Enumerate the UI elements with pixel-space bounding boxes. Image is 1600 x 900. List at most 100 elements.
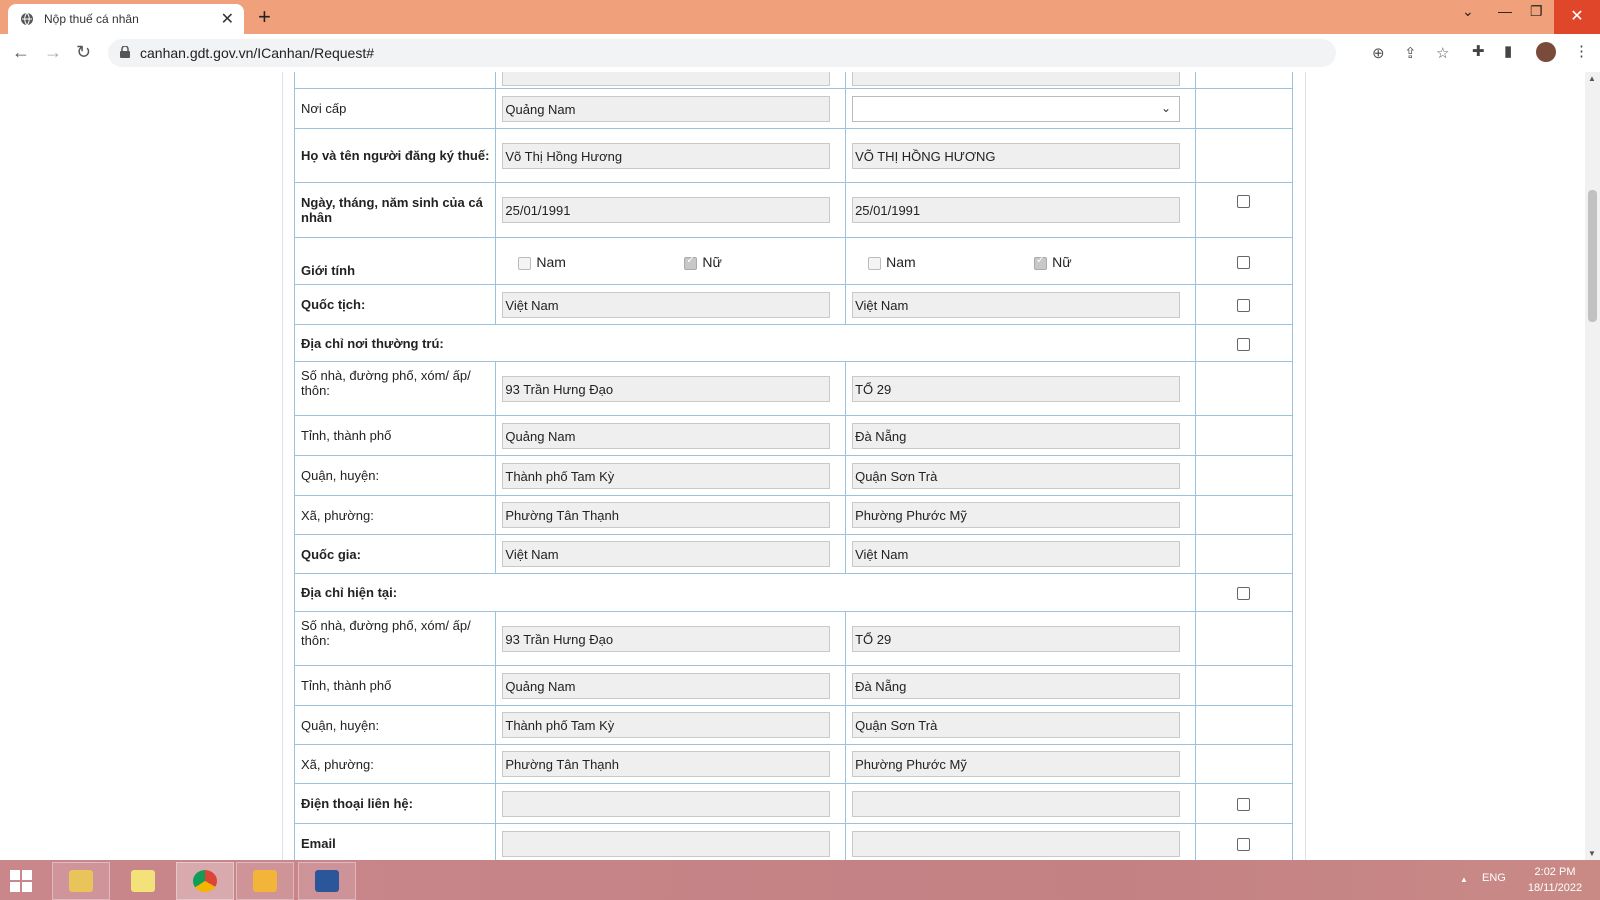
field-label: Quốc tịch:: [293, 284, 497, 325]
new-tab-button[interactable]: +: [258, 4, 271, 30]
dob-new-field[interactable]: 25/01/1991: [852, 197, 1181, 223]
globe-icon: [21, 12, 33, 26]
cut-off-field[interactable]: [502, 72, 831, 86]
back-icon[interactable]: ←: [12, 42, 30, 63]
table-row: Xã, phường: Phường Tân Thạnh Phường Phướ…: [293, 495, 1294, 535]
field-label: Quận, huyện:: [293, 455, 497, 496]
table-row: Số nhà, đường phố, xóm/ ấp/ thôn: 93 Trầ…: [293, 611, 1294, 666]
male-checkbox[interactable]: [518, 256, 532, 270]
word-button[interactable]: [298, 862, 356, 900]
phone-change-checkbox[interactable]: [1237, 798, 1251, 812]
field-label: Số nhà, đường phố, xóm/ ấp/ thôn:: [293, 361, 497, 416]
dob-original-field[interactable]: 25/01/1991: [502, 197, 831, 223]
phone-new-field[interactable]: [852, 790, 1181, 817]
close-tab-icon[interactable]: ✕: [221, 9, 234, 29]
perm-ward-original-field[interactable]: Phường Tân Thạnh: [502, 502, 831, 528]
forward-icon[interactable]: →: [44, 42, 62, 63]
perm-street-original-field[interactable]: 93 Trần Hưng Đạo: [502, 375, 831, 402]
browser-tab[interactable]: Nộp thuế cá nhân ✕: [8, 4, 244, 34]
phone-original-field[interactable]: [502, 790, 831, 817]
scrollbar-thumb[interactable]: [1588, 190, 1597, 322]
nationality-change-checkbox[interactable]: [1237, 299, 1251, 313]
language-indicator[interactable]: ENG: [1482, 872, 1506, 884]
gender-change-checkbox[interactable]: [1237, 255, 1251, 269]
perm-province-original-field[interactable]: Quảng Nam: [502, 422, 831, 449]
perm-country-original-field[interactable]: Việt Nam: [502, 541, 831, 567]
dob-change-checkbox[interactable]: [1237, 195, 1251, 209]
share-icon[interactable]: ⇪: [1404, 44, 1417, 62]
table-row: Email: [293, 823, 1294, 860]
scroll-down-icon[interactable]: ▼: [1588, 849, 1596, 858]
cur-ward-original-field[interactable]: Phường Tân Thạnh: [502, 751, 831, 777]
file-explorer-button[interactable]: [52, 862, 110, 900]
perm-street-new-field[interactable]: TỔ 29: [852, 375, 1181, 402]
folder-icon: [69, 870, 93, 892]
female-checkbox[interactable]: [1034, 255, 1048, 270]
male-checkbox[interactable]: [868, 256, 882, 270]
field-label: Điện thoại liên hệ:: [293, 783, 497, 824]
cur-street-new-field[interactable]: TỔ 29: [852, 625, 1181, 652]
chrome-icon: [193, 870, 217, 892]
perm-province-new-field[interactable]: Đà Nẵng: [852, 422, 1181, 449]
tab-search-icon[interactable]: ⌄: [1462, 3, 1474, 20]
nationality-new-field[interactable]: Việt Nam: [852, 291, 1181, 318]
current-address-change-checkbox[interactable]: [1237, 587, 1251, 601]
chrome-button[interactable]: [176, 862, 234, 900]
window-close-button[interactable]: ✕: [1554, 0, 1600, 34]
fullname-original-field[interactable]: Võ Thị Hồng Hương: [502, 142, 831, 169]
tray-arrow-icon[interactable]: ▲: [1460, 875, 1468, 884]
windows-start-icon[interactable]: [10, 870, 32, 892]
reload-icon[interactable]: ↻: [76, 42, 91, 63]
permanent-address-change-checkbox[interactable]: [1237, 337, 1251, 351]
cut-off-field[interactable]: [852, 72, 1181, 86]
table-row: Quận, huyện: Thành phố Tam Kỳ Quận Sơn T…: [293, 455, 1294, 496]
email-original-field[interactable]: [502, 830, 831, 857]
scroll-up-icon[interactable]: ▲: [1588, 74, 1596, 83]
vertical-scrollbar[interactable]: ▲ ▼: [1585, 72, 1600, 860]
male-label: Nam: [886, 254, 916, 270]
address-bar[interactable]: canhan.gdt.gov.vn/ICanhan/Request# ⊕ ⇪ ☆: [108, 39, 1449, 67]
perm-ward-new-field[interactable]: Phường Phước Mỹ: [852, 502, 1181, 528]
lock-icon: [120, 46, 130, 58]
table-row: Tỉnh, thành phố Quảng Nam Đà Nẵng: [293, 415, 1294, 456]
extensions-icon[interactable]: ✚: [1472, 42, 1485, 60]
female-label: Nữ: [702, 254, 722, 270]
issue-place-original-field[interactable]: Quảng Nam: [502, 95, 831, 122]
menu-icon[interactable]: ⋮: [1574, 42, 1589, 60]
female-checkbox[interactable]: [684, 255, 698, 270]
field-label: Ngày, tháng, năm sinh của cá nhân: [293, 182, 497, 238]
email-new-field[interactable]: [852, 830, 1181, 857]
url-text: canhan.gdt.gov.vn/ICanhan/Request#: [140, 45, 375, 61]
email-change-checkbox[interactable]: [1237, 838, 1251, 852]
sticky-notes-button[interactable]: [114, 862, 172, 900]
cur-province-original-field[interactable]: Quảng Nam: [502, 672, 831, 699]
app-button[interactable]: [236, 862, 294, 900]
issue-place-select[interactable]: ⌄: [852, 95, 1181, 122]
cur-district-new-field[interactable]: Quận Sơn Trà: [852, 712, 1181, 738]
cur-province-new-field[interactable]: Đà Nẵng: [852, 672, 1181, 699]
tab-title: Nộp thuế cá nhân: [44, 12, 139, 26]
field-label: Email: [293, 823, 497, 860]
table-row: Ngày, tháng, năm sinh của cá nhân 25/01/…: [293, 182, 1294, 238]
field-label: Giới tính: [293, 237, 497, 285]
bookmark-star-icon[interactable]: ☆: [1436, 44, 1449, 62]
cur-street-original-field[interactable]: 93 Trần Hưng Đạo: [502, 625, 831, 652]
perm-country-new-field[interactable]: Việt Nam: [852, 541, 1181, 567]
fullname-new-field[interactable]: VÕ THỊ HỒNG HƯƠNG: [852, 142, 1181, 169]
restore-icon[interactable]: ❐: [1530, 3, 1543, 20]
table-row: Giới tính Nam Nữ Nam Nữ: [293, 237, 1294, 285]
page-content: Nơi cấp Quảng Nam ⌄ Họ và tên người đăng…: [0, 72, 1585, 860]
nationality-original-field[interactable]: Việt Nam: [502, 291, 831, 318]
cur-district-original-field[interactable]: Thành phố Tam Kỳ: [502, 712, 831, 738]
minimize-icon[interactable]: —: [1498, 3, 1512, 19]
cur-ward-new-field[interactable]: Phường Phước Mỹ: [852, 751, 1181, 777]
zoom-icon[interactable]: ⊕: [1372, 44, 1385, 62]
field-label: Số nhà, đường phố, xóm/ ấp/ thôn:: [293, 611, 497, 666]
side-panel-icon[interactable]: ▮: [1504, 42, 1512, 60]
clock[interactable]: 2:02 PM 18/11/2022: [1520, 864, 1590, 896]
profile-avatar[interactable]: [1536, 42, 1556, 62]
perm-district-new-field[interactable]: Quận Sơn Trà: [852, 462, 1181, 489]
permanent-address-heading: Địa chỉ nơi thường trú:: [294, 324, 1196, 362]
perm-district-original-field[interactable]: Thành phố Tam Kỳ: [502, 462, 831, 489]
gender-new-group: Nam Nữ: [852, 246, 1189, 276]
